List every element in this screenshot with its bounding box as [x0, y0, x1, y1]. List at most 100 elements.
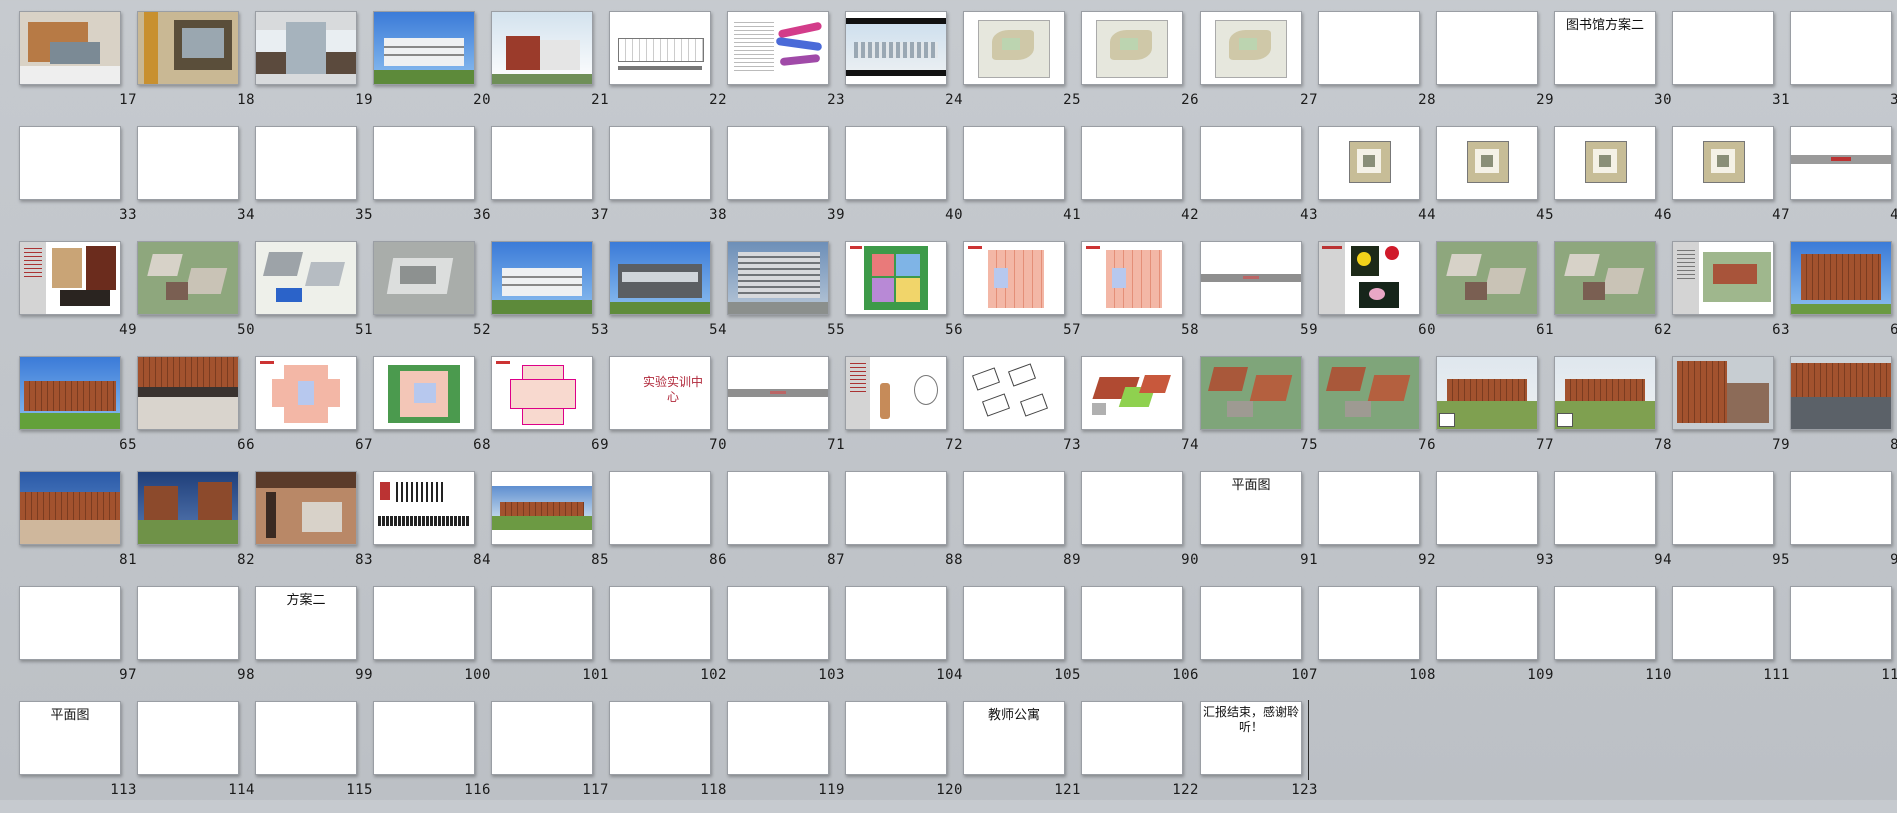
slide-thumbnail-70[interactable]: 实验实训中心 70: [609, 356, 727, 468]
slide-preview[interactable]: [1081, 701, 1183, 775]
slide-preview[interactable]: [1081, 356, 1183, 430]
slide-preview[interactable]: [1081, 11, 1183, 85]
slide-preview[interactable]: [19, 241, 121, 315]
slide-preview[interactable]: [1200, 11, 1302, 85]
slide-thumbnail-96[interactable]: 96: [1790, 471, 1897, 583]
slide-thumbnail-68[interactable]: 68: [373, 356, 491, 468]
slide-thumbnail-64[interactable]: 64: [1790, 241, 1897, 353]
slide-thumbnail-27[interactable]: 27: [1200, 11, 1318, 123]
slide-thumbnail-105[interactable]: 105: [963, 586, 1081, 698]
slide-thumbnail-29[interactable]: 29: [1436, 11, 1554, 123]
slide-preview[interactable]: [1081, 586, 1183, 660]
slide-thumbnail-52[interactable]: 52: [373, 241, 491, 353]
slide-thumbnail-62[interactable]: 62: [1554, 241, 1672, 353]
slide-thumbnail-40[interactable]: 40: [845, 126, 963, 238]
slide-thumbnail-69[interactable]: 69: [491, 356, 609, 468]
slide-thumbnail-122[interactable]: 122: [1081, 701, 1199, 813]
slide-thumbnail-114[interactable]: 114: [137, 701, 255, 813]
slide-thumbnail-103[interactable]: 103: [727, 586, 845, 698]
slide-preview[interactable]: 方案二: [255, 586, 357, 660]
slide-preview[interactable]: [1200, 241, 1302, 315]
slide-thumbnail-83[interactable]: 83: [255, 471, 373, 583]
slide-preview[interactable]: [727, 126, 829, 200]
slide-thumbnail-104[interactable]: 104: [845, 586, 963, 698]
slide-thumbnail-84[interactable]: 84: [373, 471, 491, 583]
slide-preview[interactable]: [845, 241, 947, 315]
slide-thumbnail-33[interactable]: 33: [19, 126, 137, 238]
slide-preview[interactable]: [1672, 241, 1774, 315]
slide-thumbnail-44[interactable]: 44: [1318, 126, 1436, 238]
slide-preview[interactable]: [373, 356, 475, 430]
slide-thumbnail-90[interactable]: 90: [1081, 471, 1199, 583]
slide-thumbnail-91[interactable]: 平面图 91: [1200, 471, 1318, 583]
slide-thumbnail-36[interactable]: 36: [373, 126, 491, 238]
slide-thumbnail-121[interactable]: 教师公寓 121: [963, 701, 1081, 813]
slide-preview[interactable]: 实验实训中心: [609, 356, 711, 430]
slide-thumbnail-95[interactable]: 95: [1672, 471, 1790, 583]
slide-preview[interactable]: [491, 356, 593, 430]
slide-thumbnail-30[interactable]: 图书馆方案二 30: [1554, 11, 1672, 123]
slide-thumbnail-99[interactable]: 方案二 99: [255, 586, 373, 698]
slide-preview[interactable]: [1790, 126, 1892, 200]
slide-preview[interactable]: [255, 471, 357, 545]
slide-preview[interactable]: [727, 586, 829, 660]
slide-thumbnail-39[interactable]: 39: [727, 126, 845, 238]
slide-thumbnail-22[interactable]: 22: [609, 11, 727, 123]
slide-thumbnail-65[interactable]: 65: [19, 356, 137, 468]
slide-preview[interactable]: [609, 701, 711, 775]
slide-preview[interactable]: [1554, 241, 1656, 315]
slide-preview[interactable]: [373, 11, 475, 85]
slide-preview[interactable]: [255, 241, 357, 315]
slide-preview[interactable]: [727, 11, 829, 85]
slide-thumbnail-93[interactable]: 93: [1436, 471, 1554, 583]
slide-preview[interactable]: [1200, 356, 1302, 430]
slide-preview[interactable]: [373, 241, 475, 315]
slide-thumbnail-32[interactable]: 32: [1790, 11, 1897, 123]
slide-preview[interactable]: [1672, 356, 1774, 430]
slide-thumbnail-102[interactable]: 102: [609, 586, 727, 698]
slide-thumbnail-56[interactable]: 56: [845, 241, 963, 353]
slide-thumbnail-50[interactable]: 50: [137, 241, 255, 353]
slide-preview[interactable]: [1790, 356, 1892, 430]
slide-preview[interactable]: [373, 471, 475, 545]
slide-preview[interactable]: [963, 471, 1065, 545]
slide-thumbnail-71[interactable]: 71: [727, 356, 845, 468]
slide-preview[interactable]: 教师公寓: [963, 701, 1065, 775]
slide-preview[interactable]: [845, 471, 947, 545]
slide-thumbnail-25[interactable]: 25: [963, 11, 1081, 123]
slide-preview[interactable]: [137, 701, 239, 775]
slide-thumbnail-19[interactable]: 19: [255, 11, 373, 123]
slide-thumbnail-88[interactable]: 88: [845, 471, 963, 583]
slide-thumbnail-18[interactable]: 18: [137, 11, 255, 123]
slide-thumbnail-61[interactable]: 61: [1436, 241, 1554, 353]
slide-preview[interactable]: 汇报结束，感谢聆听！: [1200, 701, 1302, 775]
slide-thumbnail-46[interactable]: 46: [1554, 126, 1672, 238]
slide-preview[interactable]: [491, 586, 593, 660]
slide-thumbnail-43[interactable]: 43: [1200, 126, 1318, 238]
slide-preview[interactable]: [19, 356, 121, 430]
slide-preview[interactable]: [963, 241, 1065, 315]
slide-thumbnail-98[interactable]: 98: [137, 586, 255, 698]
slide-preview[interactable]: [137, 586, 239, 660]
slide-thumbnail-92[interactable]: 92: [1318, 471, 1436, 583]
slide-preview[interactable]: [963, 586, 1065, 660]
slide-thumbnail-31[interactable]: 31: [1672, 11, 1790, 123]
slide-thumbnail-76[interactable]: 76: [1318, 356, 1436, 468]
slide-preview[interactable]: [1672, 471, 1774, 545]
slide-preview[interactable]: [255, 701, 357, 775]
slide-thumbnail-53[interactable]: 53: [491, 241, 609, 353]
slide-thumbnail-20[interactable]: 20: [373, 11, 491, 123]
slide-preview[interactable]: [1790, 11, 1892, 85]
slide-thumbnail-47[interactable]: 47: [1672, 126, 1790, 238]
slide-preview[interactable]: [1436, 356, 1538, 430]
slide-thumbnail-118[interactable]: 118: [609, 701, 727, 813]
slide-preview[interactable]: [609, 471, 711, 545]
slide-thumbnail-100[interactable]: 100: [373, 586, 491, 698]
slide-preview[interactable]: [727, 356, 829, 430]
slide-preview[interactable]: [727, 471, 829, 545]
slide-preview[interactable]: [1081, 126, 1183, 200]
slide-thumbnail-111[interactable]: 111: [1672, 586, 1790, 698]
slide-preview[interactable]: [727, 701, 829, 775]
slide-preview[interactable]: [491, 701, 593, 775]
slide-thumbnail-78[interactable]: 78: [1554, 356, 1672, 468]
